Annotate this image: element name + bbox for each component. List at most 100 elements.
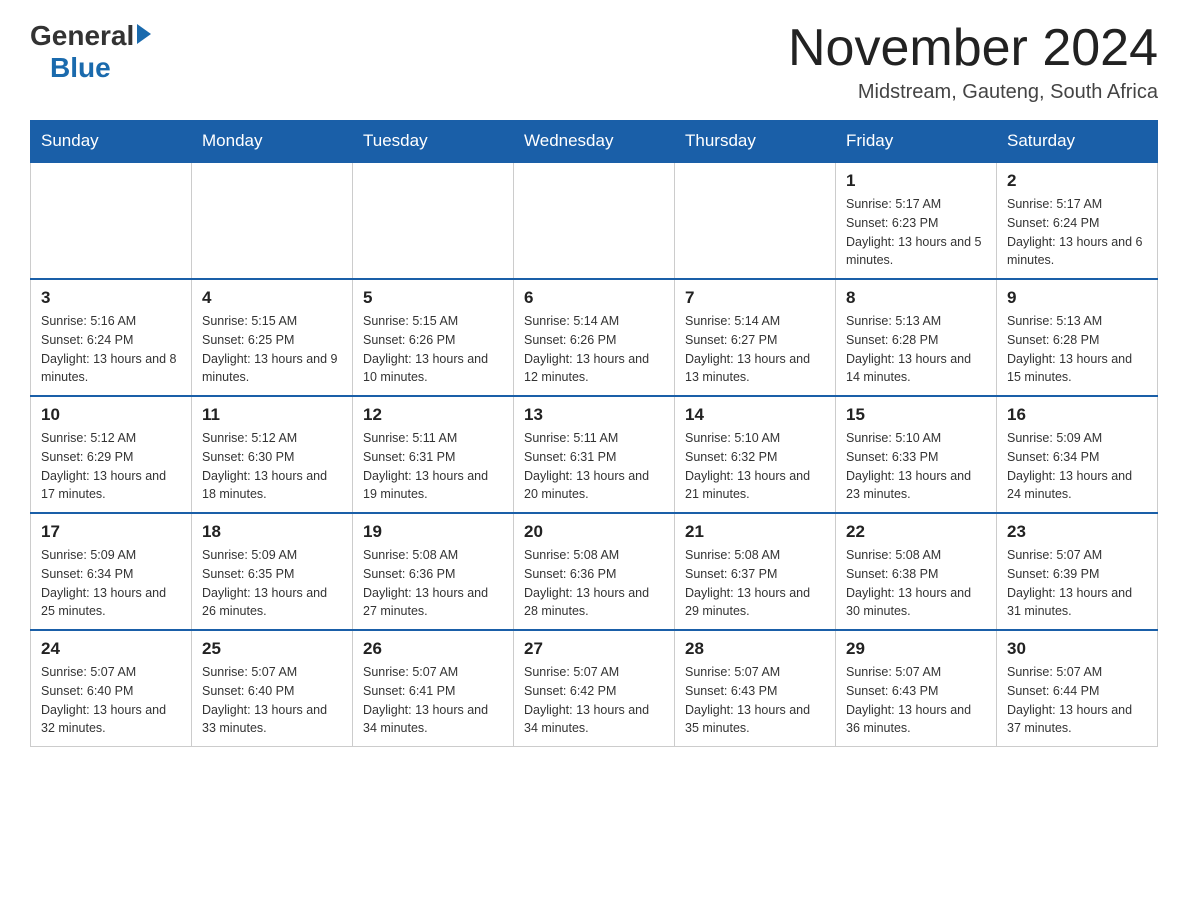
day-info: Sunrise: 5:14 AM Sunset: 6:26 PM Dayligh…: [524, 312, 664, 387]
day-number: 7: [685, 288, 825, 308]
calendar-cell: 8 Sunrise: 5:13 AM Sunset: 6:28 PM Daylig…: [836, 279, 997, 396]
calendar-cell: 21 Sunrise: 5:08 AM Sunset: 6:37 PM Dayli…: [675, 513, 836, 630]
calendar-table: SundayMondayTuesdayWednesdayThursdayFrid…: [30, 120, 1158, 747]
calendar-cell: 30 Sunrise: 5:07 AM Sunset: 6:44 PM Dayli…: [997, 630, 1158, 747]
logo-arrow-icon: [137, 24, 151, 44]
day-number: 25: [202, 639, 342, 659]
calendar-cell: 11 Sunrise: 5:12 AM Sunset: 6:30 PM Dayli…: [192, 396, 353, 513]
day-number: 3: [41, 288, 181, 308]
day-number: 6: [524, 288, 664, 308]
day-info: Sunrise: 5:11 AM Sunset: 6:31 PM Dayligh…: [524, 429, 664, 504]
calendar-cell: 5 Sunrise: 5:15 AM Sunset: 6:26 PM Daylig…: [353, 279, 514, 396]
calendar-cell: 16 Sunrise: 5:09 AM Sunset: 6:34 PM Dayli…: [997, 396, 1158, 513]
day-number: 14: [685, 405, 825, 425]
day-number: 19: [363, 522, 503, 542]
calendar-header-row: SundayMondayTuesdayWednesdayThursdayFrid…: [31, 121, 1158, 163]
calendar-cell: [514, 162, 675, 279]
title-block: November 2024 Midstream, Gauteng, South …: [788, 20, 1158, 104]
day-info: Sunrise: 5:12 AM Sunset: 6:30 PM Dayligh…: [202, 429, 342, 504]
day-number: 18: [202, 522, 342, 542]
calendar-cell: 20 Sunrise: 5:08 AM Sunset: 6:36 PM Dayli…: [514, 513, 675, 630]
calendar-cell: 9 Sunrise: 5:13 AM Sunset: 6:28 PM Daylig…: [997, 279, 1158, 396]
calendar-cell: 15 Sunrise: 5:10 AM Sunset: 6:33 PM Dayli…: [836, 396, 997, 513]
col-header-thursday: Thursday: [675, 121, 836, 163]
day-number: 29: [846, 639, 986, 659]
calendar-cell: 23Sunrise: 5:07 AM Sunset: 6:39 PM Dayli…: [997, 513, 1158, 630]
week-row-3: 10 Sunrise: 5:12 AM Sunset: 6:29 PM Dayli…: [31, 396, 1158, 513]
calendar-cell: 19 Sunrise: 5:08 AM Sunset: 6:36 PM Dayli…: [353, 513, 514, 630]
week-row-5: 24 Sunrise: 5:07 AM Sunset: 6:40 PM Dayli…: [31, 630, 1158, 747]
day-info: Sunrise: 5:08 AM Sunset: 6:37 PM Dayligh…: [685, 546, 825, 621]
day-info: Sunrise: 5:07 AM Sunset: 6:40 PM Dayligh…: [202, 663, 342, 738]
calendar-cell: [31, 162, 192, 279]
day-info: Sunrise: 5:08 AM Sunset: 6:36 PM Dayligh…: [363, 546, 503, 621]
day-number: 21: [685, 522, 825, 542]
day-info: Sunrise: 5:17 AM Sunset: 6:24 PM Dayligh…: [1007, 195, 1147, 270]
day-number: 9: [1007, 288, 1147, 308]
day-number: 5: [363, 288, 503, 308]
day-number: 8: [846, 288, 986, 308]
calendar-cell: 4 Sunrise: 5:15 AM Sunset: 6:25 PM Daylig…: [192, 279, 353, 396]
col-header-tuesday: Tuesday: [353, 121, 514, 163]
day-number: 11: [202, 405, 342, 425]
calendar-cell: 27 Sunrise: 5:07 AM Sunset: 6:42 PM Dayli…: [514, 630, 675, 747]
logo-general: General: [30, 20, 134, 52]
day-info: Sunrise: 5:07 AM Sunset: 6:42 PM Dayligh…: [524, 663, 664, 738]
week-row-4: 17Sunrise: 5:09 AM Sunset: 6:34 PM Dayli…: [31, 513, 1158, 630]
month-year-title: November 2024: [788, 20, 1158, 77]
col-header-monday: Monday: [192, 121, 353, 163]
calendar-cell: 12Sunrise: 5:11 AM Sunset: 6:31 PM Dayli…: [353, 396, 514, 513]
day-number: 27: [524, 639, 664, 659]
col-header-friday: Friday: [836, 121, 997, 163]
day-number: 15: [846, 405, 986, 425]
calendar-cell: [675, 162, 836, 279]
calendar-cell: 1Sunrise: 5:17 AM Sunset: 6:23 PM Daylig…: [836, 162, 997, 279]
day-info: Sunrise: 5:07 AM Sunset: 6:44 PM Dayligh…: [1007, 663, 1147, 738]
day-info: Sunrise: 5:14 AM Sunset: 6:27 PM Dayligh…: [685, 312, 825, 387]
calendar-cell: 26Sunrise: 5:07 AM Sunset: 6:41 PM Dayli…: [353, 630, 514, 747]
logo-blue: Blue: [50, 52, 111, 83]
day-info: Sunrise: 5:07 AM Sunset: 6:43 PM Dayligh…: [685, 663, 825, 738]
calendar-cell: 10 Sunrise: 5:12 AM Sunset: 6:29 PM Dayli…: [31, 396, 192, 513]
day-info: Sunrise: 5:10 AM Sunset: 6:32 PM Dayligh…: [685, 429, 825, 504]
day-number: 13: [524, 405, 664, 425]
calendar-cell: 24 Sunrise: 5:07 AM Sunset: 6:40 PM Dayli…: [31, 630, 192, 747]
day-number: 22: [846, 522, 986, 542]
day-number: 24: [41, 639, 181, 659]
logo: General Blue: [30, 20, 151, 84]
calendar-cell: 13 Sunrise: 5:11 AM Sunset: 6:31 PM Dayli…: [514, 396, 675, 513]
day-number: 16: [1007, 405, 1147, 425]
calendar-cell: [353, 162, 514, 279]
calendar-cell: 29 Sunrise: 5:07 AM Sunset: 6:43 PM Dayli…: [836, 630, 997, 747]
col-header-saturday: Saturday: [997, 121, 1158, 163]
day-info: Sunrise: 5:15 AM Sunset: 6:25 PM Dayligh…: [202, 312, 342, 387]
day-info: Sunrise: 5:11 AM Sunset: 6:31 PM Dayligh…: [363, 429, 503, 504]
day-number: 28: [685, 639, 825, 659]
day-number: 20: [524, 522, 664, 542]
day-number: 30: [1007, 639, 1147, 659]
calendar-cell: 3Sunrise: 5:16 AM Sunset: 6:24 PM Daylig…: [31, 279, 192, 396]
calendar-cell: 2 Sunrise: 5:17 AM Sunset: 6:24 PM Daylig…: [997, 162, 1158, 279]
day-info: Sunrise: 5:10 AM Sunset: 6:33 PM Dayligh…: [846, 429, 986, 504]
calendar-cell: 14 Sunrise: 5:10 AM Sunset: 6:32 PM Dayli…: [675, 396, 836, 513]
day-info: Sunrise: 5:12 AM Sunset: 6:29 PM Dayligh…: [41, 429, 181, 504]
day-info: Sunrise: 5:07 AM Sunset: 6:43 PM Dayligh…: [846, 663, 986, 738]
calendar-cell: 7 Sunrise: 5:14 AM Sunset: 6:27 PM Daylig…: [675, 279, 836, 396]
day-info: Sunrise: 5:09 AM Sunset: 6:35 PM Dayligh…: [202, 546, 342, 621]
day-info: Sunrise: 5:09 AM Sunset: 6:34 PM Dayligh…: [1007, 429, 1147, 504]
day-number: 23: [1007, 522, 1147, 542]
day-info: Sunrise: 5:09 AM Sunset: 6:34 PM Dayligh…: [41, 546, 181, 621]
day-info: Sunrise: 5:17 AM Sunset: 6:23 PM Dayligh…: [846, 195, 986, 270]
day-number: 10: [41, 405, 181, 425]
day-info: Sunrise: 5:15 AM Sunset: 6:26 PM Dayligh…: [363, 312, 503, 387]
day-info: Sunrise: 5:07 AM Sunset: 6:41 PM Dayligh…: [363, 663, 503, 738]
day-info: Sunrise: 5:13 AM Sunset: 6:28 PM Dayligh…: [1007, 312, 1147, 387]
day-info: Sunrise: 5:07 AM Sunset: 6:40 PM Dayligh…: [41, 663, 181, 738]
calendar-cell: 28 Sunrise: 5:07 AM Sunset: 6:43 PM Dayli…: [675, 630, 836, 747]
day-info: Sunrise: 5:08 AM Sunset: 6:36 PM Dayligh…: [524, 546, 664, 621]
day-number: 4: [202, 288, 342, 308]
day-info: Sunrise: 5:13 AM Sunset: 6:28 PM Dayligh…: [846, 312, 986, 387]
page-header: General Blue November 2024 Midstream, Ga…: [30, 20, 1158, 104]
day-number: 2: [1007, 171, 1147, 191]
location-subtitle: Midstream, Gauteng, South Africa: [788, 81, 1158, 104]
